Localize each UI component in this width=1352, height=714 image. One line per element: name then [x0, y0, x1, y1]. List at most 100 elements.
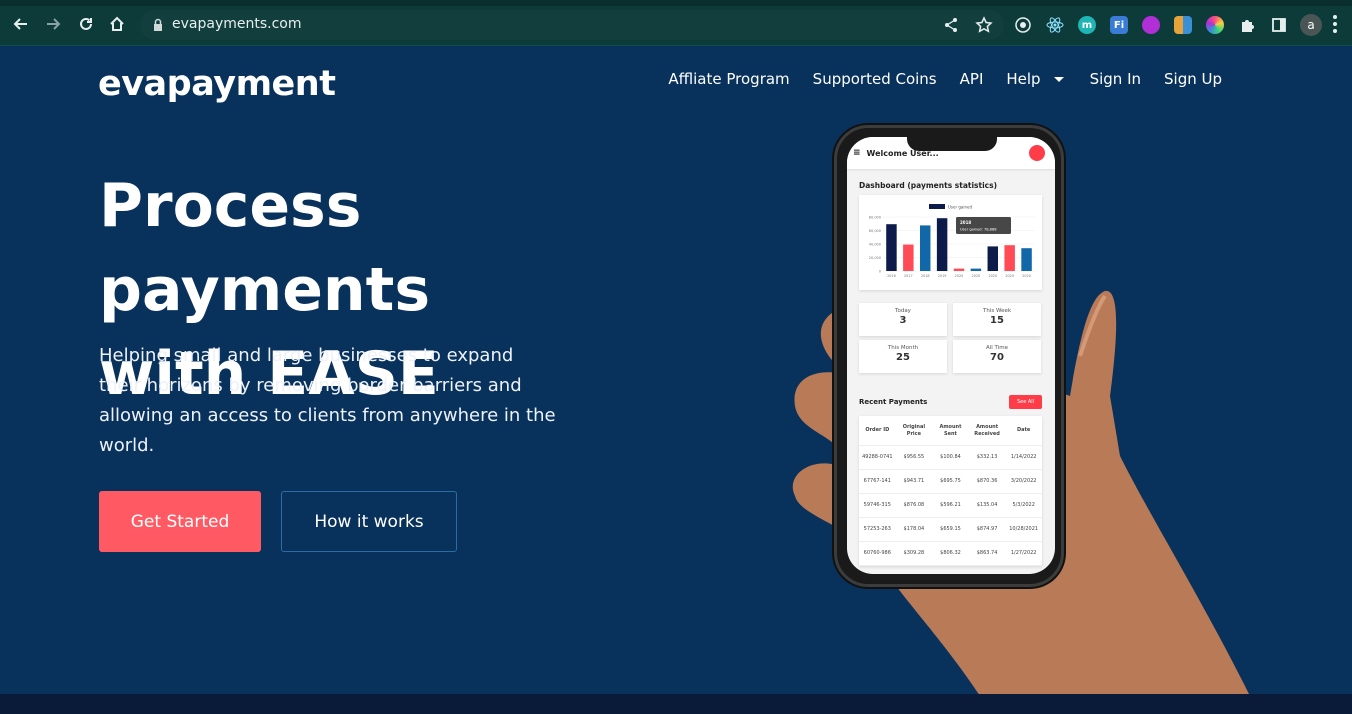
main-nav: Affliate Program Supported Coins API Hel…: [668, 70, 1222, 88]
table-row: 60760-986 $309.28 $806.32 $863.74 1/27/2022: [859, 542, 1042, 566]
table-cell: $870.36: [976, 478, 998, 484]
x-tick-label: 2017: [904, 274, 913, 278]
table-cell: $863.74: [976, 550, 998, 556]
table-cell: 3/20/2022: [1010, 478, 1037, 484]
table-cell: $309.28: [903, 550, 925, 556]
bar-2019: [936, 218, 948, 271]
how-it-works-button[interactable]: How it works: [281, 491, 457, 552]
home-button[interactable]: [107, 14, 127, 34]
back-button[interactable]: [11, 14, 31, 34]
url-text: evapayments.com: [172, 16, 302, 32]
table-header-row: Order ID Original Price Amount Sent Amou…: [859, 416, 1042, 446]
sidepanel-icon[interactable]: [1270, 16, 1288, 34]
stats-chart-card: 80,000 60,000 40,000 20,000 0 User gained 2016…: [859, 195, 1042, 290]
m-icon[interactable]: m: [1078, 16, 1096, 34]
x-tick-label: 2020: [1022, 274, 1031, 278]
reload-icon: [80, 17, 92, 30]
browser-menu-button[interactable]: [1332, 15, 1338, 33]
react-icon[interactable]: [1046, 16, 1064, 34]
share-icon[interactable]: [943, 17, 959, 33]
profile-avatar[interactable]: a: [1300, 14, 1322, 36]
x-tick-label: 2019: [938, 274, 947, 278]
table-cell: 59746-315: [863, 502, 891, 508]
y-tick-label: 80,000: [869, 216, 881, 220]
puzzle-icon[interactable]: [1238, 16, 1256, 34]
stat-today: Today 3: [859, 303, 947, 336]
nav-sign-in[interactable]: Sign In: [1090, 70, 1141, 88]
stat-this-month: This Month 25: [859, 340, 947, 373]
stat-this-week: This Week 15: [953, 303, 1041, 336]
hamburger-icon: ≡: [853, 148, 861, 158]
phone-notch: [907, 137, 997, 151]
purple-ext-icon[interactable]: [1142, 16, 1160, 34]
home-icon: [110, 16, 124, 31]
table-cell: $659.15: [940, 526, 961, 532]
bar-2020: [1004, 245, 1015, 271]
phone-mockup: ≡ Welcome User... Dashboard (payments st…: [834, 125, 1064, 587]
table-cell: $876.08: [903, 502, 925, 508]
recent-payments-title: Recent Payments: [859, 398, 928, 406]
bar-2020: [970, 268, 982, 271]
colorwheel-icon[interactable]: [1206, 16, 1224, 34]
target-icon[interactable]: [1014, 16, 1032, 34]
see-all-button: See All: [1009, 395, 1042, 409]
tooltip-value: User gained: 78,888: [960, 228, 997, 232]
table-cell: $956.55: [903, 454, 925, 460]
nav-sign-up[interactable]: Sign Up: [1164, 70, 1222, 88]
table-cell: $332.13: [976, 454, 998, 460]
nav-help-dropdown[interactable]: Help: [1006, 70, 1066, 88]
reload-button[interactable]: [76, 14, 96, 34]
table-cell: 5/3/2022: [1012, 502, 1035, 508]
hero-subtitle: Helping small and large businesses to ex…: [99, 345, 556, 456]
x-tick-label: 2020: [1005, 274, 1014, 278]
forward-button[interactable]: [43, 14, 63, 34]
get-started-button[interactable]: Get Started: [99, 491, 261, 552]
table-cell: $806.32: [940, 550, 961, 556]
table-cell: $100.84: [940, 454, 961, 460]
footer-band: [0, 694, 1352, 714]
bar-2017: [903, 244, 914, 271]
table-cell: 57253-263: [863, 526, 891, 532]
x-tick-label: 2020: [972, 274, 981, 278]
bookmark-star-icon[interactable]: [975, 16, 993, 34]
landing-page: evapayment Affliate Program Supported Co…: [0, 46, 1352, 694]
table-cell: 67767-141: [863, 478, 891, 484]
lock-icon: [154, 18, 162, 31]
table-cell: 1/14/2022: [1010, 454, 1037, 460]
x-tick-label: 2016: [887, 274, 896, 278]
table-cell: $874.97: [976, 526, 998, 532]
y-tick-label: 20,000: [869, 256, 881, 260]
x-tick-label: 2018: [921, 274, 930, 278]
table-cell: $135.04: [976, 502, 998, 508]
bar-2018: [919, 225, 931, 271]
bar-chart: 80,000 60,000 40,000 20,000 0 User gained 2016…: [869, 204, 1035, 278]
fi-icon[interactable]: Fi: [1110, 16, 1128, 34]
nav-api[interactable]: API: [960, 70, 984, 88]
dashboard-title: Dashboard (payments statistics): [859, 181, 997, 190]
nav-affiliate-program[interactable]: Affliate Program: [668, 70, 789, 88]
address-bar[interactable]: evapayments.com: [140, 10, 1004, 40]
bar-2020: [1021, 248, 1032, 271]
logo-text: evapayment: [98, 64, 336, 104]
table-row: 67767-141 $943.71 $695.75 $870.36 3/20/2022: [859, 470, 1042, 494]
payments-table: Order ID Original Price Amount Sent Amou…: [859, 416, 1042, 566]
phone-screen: ≡ Welcome User... Dashboard (payments st…: [847, 137, 1055, 574]
table-cell: $178.04: [903, 526, 925, 532]
table-cell: 60760-986: [863, 550, 891, 556]
nav-supported-coins[interactable]: Supported Coins: [813, 70, 937, 88]
table-row: 49288-0741 $956.55 $100.84 $332.13 1/14/2022: [859, 446, 1042, 470]
site-logo[interactable]: evapayment: [98, 64, 336, 104]
grid-ext-icon[interactable]: [1174, 16, 1192, 34]
legend-swatch: [929, 204, 945, 209]
bar-2020: [953, 268, 965, 271]
browser-toolbar: evapayments.com m Fi a: [0, 0, 1352, 46]
table-cell: $943.71: [903, 478, 925, 484]
tooltip-year: 2018: [960, 220, 971, 225]
table-cell: 1/27/2022: [1010, 550, 1037, 556]
app-avatar-icon: [1029, 145, 1045, 161]
legend-label: User gained: [948, 205, 972, 210]
bar-2020: [987, 246, 999, 271]
y-tick-label: 60,000: [869, 229, 881, 233]
x-tick-label: 2020: [955, 274, 964, 278]
table-row: 59746-315 $876.08 $596.21 $135.04 5/3/2022: [859, 494, 1042, 518]
